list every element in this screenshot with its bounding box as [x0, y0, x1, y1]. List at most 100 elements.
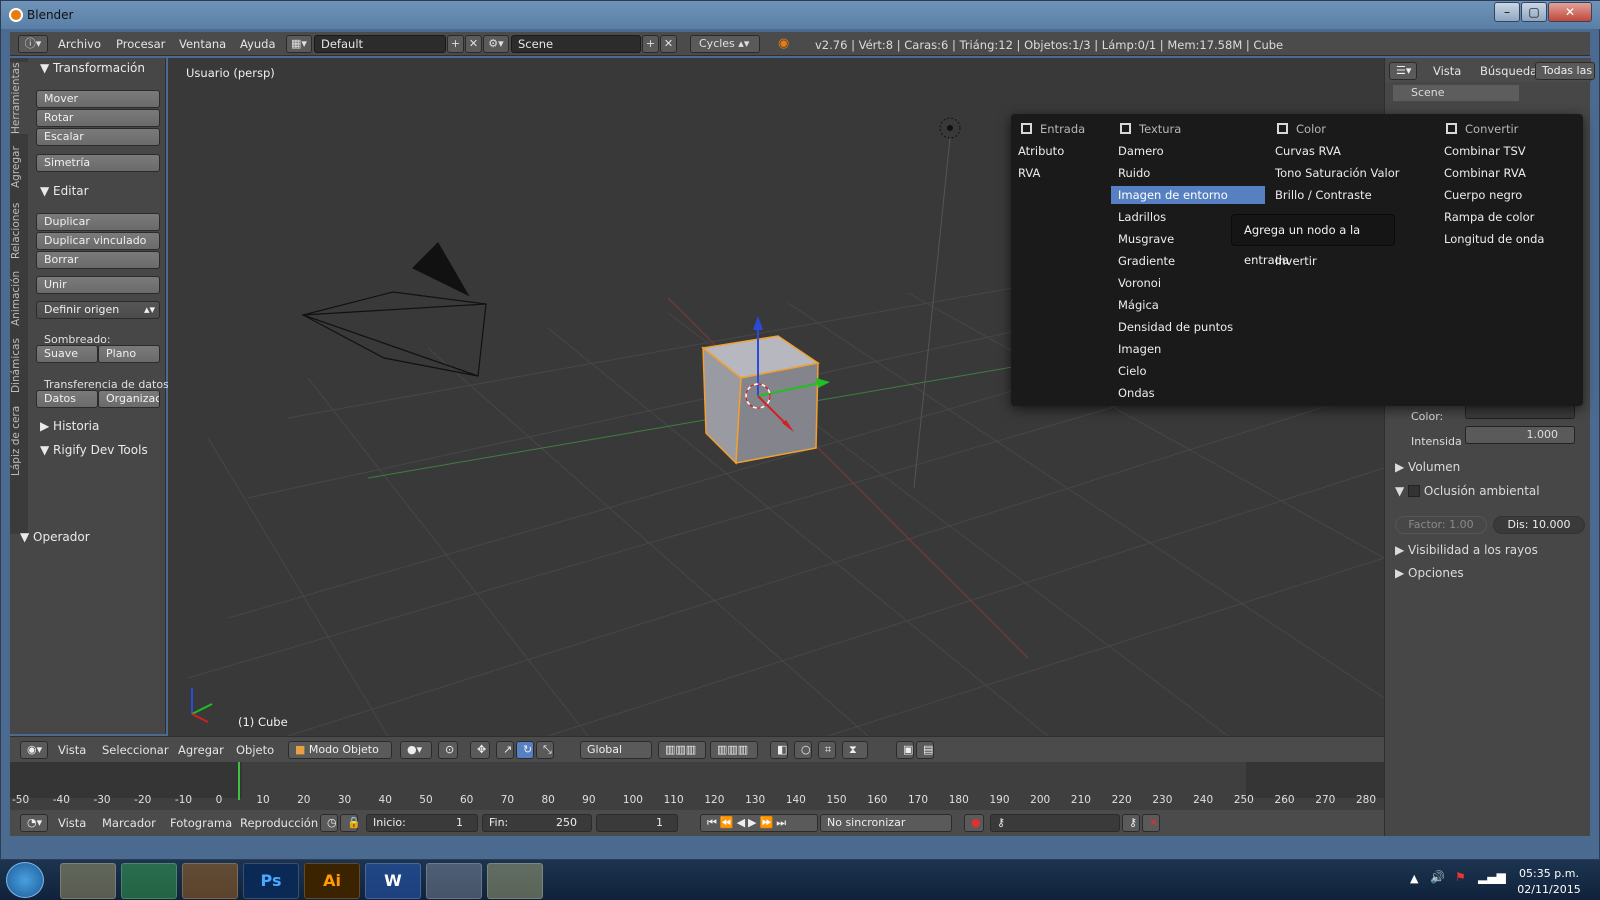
shading-mode-icon[interactable]: ●▾ [400, 741, 432, 759]
minimize-button[interactable]: – [1494, 2, 1520, 22]
chrome-taskbar-icon[interactable] [121, 863, 177, 899]
snap-icon[interactable]: ⌗ [818, 741, 836, 759]
tab-relaciones[interactable]: Relaciones [10, 200, 28, 262]
insert-key-icon[interactable]: ⚷ [1122, 814, 1140, 832]
outliner-menu-busqueda[interactable]: Búsqueda [1480, 64, 1537, 78]
z-arrow-icon[interactable] [753, 316, 763, 330]
rotate-manip-icon[interactable]: ↻ [516, 741, 534, 759]
history-panel-header[interactable]: ▶ Historia [40, 419, 170, 439]
translate-manip-icon[interactable]: ↗ [496, 741, 514, 759]
ao-factor-field[interactable]: Factor: 1.00 [1395, 516, 1487, 534]
pivot-icon[interactable]: ⊙ [438, 741, 458, 759]
remove-layout-icon[interactable]: ✕ [465, 35, 482, 53]
word-taskbar-icon[interactable]: W [365, 863, 421, 899]
tray-expand-icon[interactable]: ▲ [1410, 872, 1418, 885]
ao-distance-field[interactable]: Dis: 10.000 [1493, 516, 1585, 534]
menu-item-cuerpo-negro[interactable]: Cuerpo negro [1444, 186, 1522, 204]
rotate-button[interactable]: Rotar [36, 109, 160, 127]
close-button[interactable]: ✕ [1548, 2, 1592, 22]
lock-layers-icon[interactable]: ◧ [770, 741, 788, 759]
tab-dinamicas[interactable]: Dinámicas [10, 336, 28, 396]
scale-manip-icon[interactable]: ⤡ [536, 741, 554, 759]
add-scene-icon[interactable]: + [642, 35, 659, 53]
data-button[interactable]: Datos [36, 390, 98, 408]
menu-item-brillo-contraste[interactable]: Brillo / Contraste [1275, 186, 1372, 204]
viewport-editor-type-icon[interactable]: ◉▾ [20, 741, 48, 759]
illustrator-taskbar-icon[interactable]: Ai [304, 863, 360, 899]
tab-herramientas[interactable]: Herramientas [10, 62, 28, 134]
current-frame-field[interactable]: 1 [596, 814, 678, 832]
layers-grid-1[interactable]: ▥▥▥ [658, 741, 706, 759]
rigify-panel-header[interactable]: ▼ Rigify Dev Tools [40, 443, 164, 463]
menu-item-voronoi[interactable]: Voronoi [1118, 274, 1161, 292]
tab-animacion[interactable]: Animación [10, 268, 28, 328]
tab-agregar[interactable]: Agregar [10, 142, 28, 192]
duplicate-button[interactable]: Duplicar [36, 213, 160, 231]
scene-field[interactable]: Scene [511, 35, 641, 53]
calculator-taskbar-icon[interactable] [426, 863, 482, 899]
start-button[interactable] [6, 862, 44, 898]
outliner-scene-item[interactable]: Scene [1393, 85, 1519, 101]
volume-icon[interactable]: 🔊 [1430, 870, 1445, 884]
vp-menu-seleccionar[interactable]: Seleccionar [102, 743, 169, 757]
duplicate-linked-button[interactable]: Duplicar vinculado [36, 232, 160, 250]
organize-button[interactable]: Organizaci [98, 390, 160, 408]
set-origin-select[interactable]: Definir origen ▴▾ [36, 301, 160, 319]
manipulator-toggle-icon[interactable]: ✥ [470, 741, 490, 759]
vp-menu-objeto[interactable]: Objeto [236, 743, 274, 757]
menu-ventana[interactable]: Ventana [179, 37, 226, 51]
start-frame-field[interactable]: Inicio: 1 [366, 814, 478, 832]
menu-item-imagen[interactable]: Imagen [1118, 340, 1161, 358]
photoshop-taskbar-icon[interactable]: Ps [243, 863, 299, 899]
outliner-display-select[interactable]: Todas las [1535, 62, 1595, 80]
menu-item-gradiente[interactable]: Gradiente [1118, 252, 1175, 270]
timeline-editor-type-icon[interactable]: ◔▾ [20, 814, 48, 832]
info-editor-type-icon[interactable]: ⓘ▾ [18, 35, 48, 53]
sync-select[interactable]: No sincronizar [820, 814, 952, 832]
add-layout-icon[interactable]: + [447, 35, 464, 53]
menu-item-ondas[interactable]: Ondas [1118, 384, 1155, 402]
screen-layout-icon[interactable]: ▦▾ [286, 35, 312, 53]
mirror-button[interactable]: Simetría [36, 154, 160, 172]
record-icon[interactable]: ● [964, 814, 984, 832]
menu-item-combinar-rva[interactable]: Combinar RVA [1444, 164, 1526, 182]
intensity-field[interactable]: 1.000 [1465, 426, 1575, 444]
screen-layout-field[interactable]: Default [314, 35, 446, 53]
menu-item-rampa-de-color[interactable]: Rampa de color [1444, 208, 1534, 226]
smooth-button[interactable]: Suave [36, 345, 98, 363]
menu-item-longitud-de-onda[interactable]: Longitud de onda [1444, 230, 1544, 248]
menu-item-magica[interactable]: Mágica [1118, 296, 1159, 314]
outliner-editor-type-icon[interactable]: ☰▾ [1389, 62, 1417, 80]
explorer-taskbar-icon[interactable] [60, 863, 116, 899]
clock-icon[interactable]: ◷ [320, 814, 338, 832]
operator-panel-header[interactable]: ▼ Operador [20, 530, 150, 550]
lock-icon[interactable]: 🔒 [340, 814, 361, 832]
layers-grid-2[interactable]: ▥▥▥ [710, 741, 758, 759]
flat-button[interactable]: Plano [98, 345, 160, 363]
menu-item-atributo[interactable]: Atributo [1018, 142, 1064, 160]
menu-item-damero[interactable]: Damero [1118, 142, 1164, 160]
tl-menu-reproduccion[interactable]: Reproducción [240, 816, 318, 830]
orientation-select[interactable]: Global [580, 741, 652, 759]
menu-item-curvas-rva[interactable]: Curvas RVA [1275, 142, 1341, 160]
vp-menu-agregar[interactable]: Agregar [178, 743, 224, 757]
volume-panel-header[interactable]: ▶ Volumen [1395, 460, 1460, 474]
menu-item-densidad-de-puntos[interactable]: Densidad de puntos [1118, 318, 1233, 336]
render-icon[interactable]: ▣ [896, 741, 914, 759]
network-icon[interactable]: ▂▄▆ [1478, 870, 1506, 884]
menu-item-cielo[interactable]: Cielo [1118, 362, 1147, 380]
flag-icon[interactable]: ⚑ [1455, 870, 1466, 884]
x-arrow-icon[interactable] [816, 378, 830, 388]
menu-ayuda[interactable]: Ayuda [240, 37, 276, 51]
menu-item-tono-saturacion-valor[interactable]: Tono Saturación Valor [1275, 164, 1399, 182]
scale-button[interactable]: Escalar [36, 128, 160, 146]
outliner-menu-vista[interactable]: Vista [1433, 64, 1461, 78]
vp-menu-vista[interactable]: Vista [58, 743, 86, 757]
camera-object[interactable] [301, 242, 487, 377]
scene-icon[interactable]: ⚙▾ [483, 35, 509, 53]
menu-item-rva[interactable]: RVA [1018, 164, 1040, 182]
tab-lapiz-de-cera[interactable]: Lápiz de cera [10, 404, 28, 478]
options-header[interactable]: ▶ Opciones [1395, 566, 1464, 580]
notes-taskbar-icon[interactable] [487, 863, 543, 899]
join-button[interactable]: Unir [36, 276, 160, 294]
